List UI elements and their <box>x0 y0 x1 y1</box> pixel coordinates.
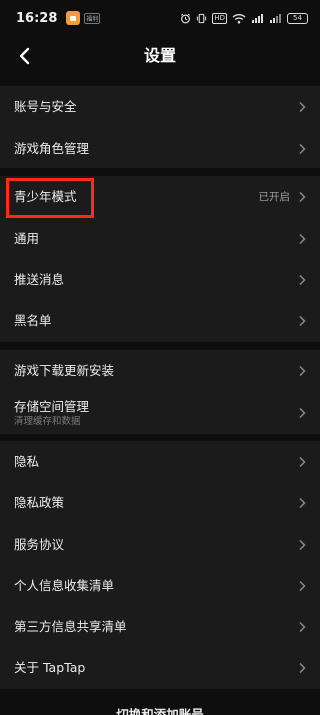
wifi-icon <box>232 13 246 23</box>
youth-mode-status: 已开启 <box>258 191 291 203</box>
chevron-right-icon <box>299 580 306 592</box>
settings-item-label: 第三方信息共享清单 <box>14 619 127 634</box>
settings-item-service-agreement[interactable]: 服务协议 <box>0 524 320 566</box>
settings-item-label: 游戏角色管理 <box>14 141 90 156</box>
status-bar: 16:28 福利 HD 54 <box>0 0 320 36</box>
chevron-right-icon <box>299 233 306 245</box>
nav-bar: 设置 <box>0 36 320 76</box>
settings-group-general: 青少年模式 已开启 通用 推送消息 黑名单 <box>0 176 320 342</box>
settings-item-privacy[interactable]: 隐私 <box>0 441 320 483</box>
chevron-right-icon <box>299 101 306 113</box>
switch-add-account-button[interactable]: 切换和添加账号 <box>0 690 320 715</box>
signal-icon-2 <box>270 13 281 23</box>
vibrate-icon <box>197 13 207 23</box>
settings-item-privacy-policy[interactable]: 隐私政策 <box>0 482 320 524</box>
chevron-right-icon <box>299 315 306 327</box>
alarm-icon <box>181 13 191 23</box>
settings-item-third-party-list[interactable]: 第三方信息共享清单 <box>0 606 320 648</box>
settings-item-label: 存储空间管理 <box>14 399 90 414</box>
status-app-badge: 福利 <box>84 12 101 24</box>
settings-item-label: 通用 <box>14 231 40 246</box>
chevron-right-icon <box>299 497 306 509</box>
settings-item-push-messages[interactable]: 推送消息 <box>0 259 320 301</box>
settings-item-label: 关于 TapTap <box>14 660 86 675</box>
settings-item-label: 黑名单 <box>14 313 52 328</box>
settings-item-account-security[interactable]: 账号与安全 <box>0 86 320 128</box>
signal-icon <box>252 13 263 23</box>
settings-item-blacklist[interactable]: 黑名单 <box>0 300 320 342</box>
settings-group-privacy: 隐私 隐私政策 服务协议 个人信息收集清单 第三方信息共享清单 关于 TapTa… <box>0 441 320 689</box>
chevron-right-icon <box>299 407 306 419</box>
chevron-right-icon <box>299 539 306 551</box>
settings-item-subtitle: 清理缓存和数据 <box>14 416 81 427</box>
chevron-right-icon <box>299 365 306 377</box>
settings-item-general[interactable]: 通用 <box>0 218 320 260</box>
settings-item-label: 隐私政策 <box>14 495 65 510</box>
settings-item-game-roles[interactable]: 游戏角色管理 <box>0 128 320 170</box>
settings-item-label: 游戏下载更新安装 <box>14 363 115 378</box>
battery-icon: 54 <box>287 12 308 24</box>
chevron-right-icon <box>299 662 306 674</box>
settings-item-label: 个人信息收集清单 <box>14 578 115 593</box>
status-icons: HD 54 <box>180 12 308 24</box>
chevron-right-icon <box>299 191 306 203</box>
settings-item-personal-info-list[interactable]: 个人信息收集清单 <box>0 565 320 607</box>
network-badge: HD <box>212 12 227 24</box>
settings-item-label: 推送消息 <box>14 272 65 287</box>
back-button[interactable] <box>10 40 38 72</box>
settings-item-label: 青少年模式 <box>14 189 77 204</box>
settings-group-storage: 游戏下载更新安装 存储空间管理 清理缓存和数据 <box>0 350 320 434</box>
chevron-right-icon <box>299 274 306 286</box>
page-title: 设置 <box>143 46 176 65</box>
status-time: 16:28 <box>16 10 58 26</box>
app-notification-icon <box>66 11 81 25</box>
settings-item-label: 隐私 <box>14 454 40 469</box>
back-arrow-icon <box>19 47 30 65</box>
chevron-right-icon <box>299 143 306 155</box>
chevron-right-icon <box>299 456 306 468</box>
chevron-right-icon <box>299 621 306 633</box>
settings-item-youth-mode[interactable]: 青少年模式 已开启 <box>0 176 320 218</box>
settings-item-label: 账号与安全 <box>14 99 77 114</box>
settings-group-account: 账号与安全 游戏角色管理 <box>0 86 320 168</box>
settings-item-label: 服务协议 <box>14 537 65 552</box>
settings-item-storage[interactable]: 存储空间管理 清理缓存和数据 <box>0 392 320 434</box>
settings-item-about[interactable]: 关于 TapTap <box>0 647 320 689</box>
settings-item-download-install[interactable]: 游戏下载更新安装 <box>0 350 320 392</box>
